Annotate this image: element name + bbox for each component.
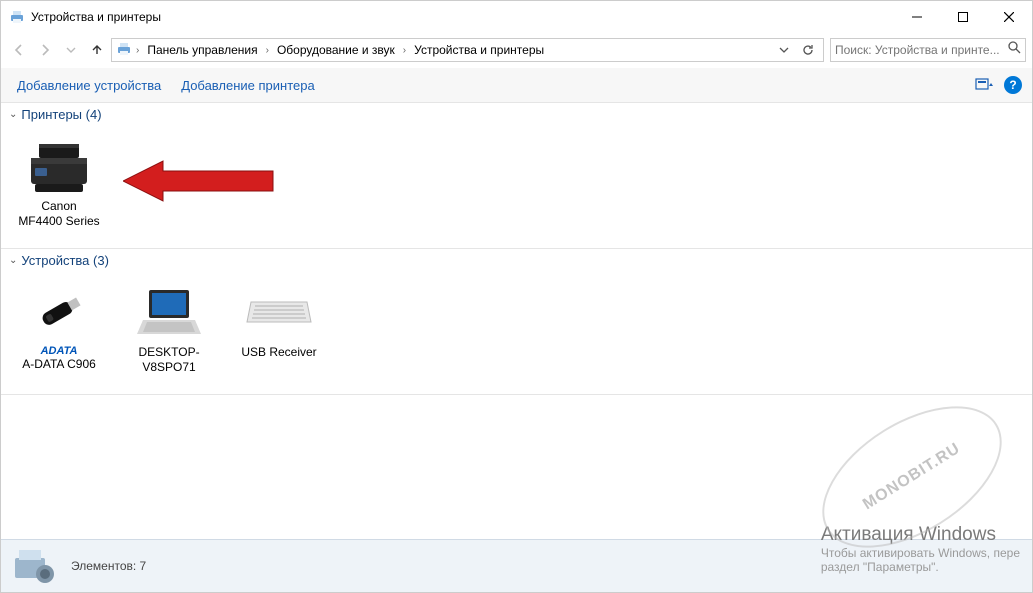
command-bar: Добавление устройства Добавление принтер… xyxy=(1,68,1032,103)
chevron-right-icon[interactable]: › xyxy=(134,45,141,56)
breadcrumb-segment[interactable]: Оборудование и звук xyxy=(273,43,399,57)
devices-printers-icon xyxy=(9,9,25,25)
breadcrumb-segment[interactable]: Устройства и принтеры xyxy=(410,43,548,57)
group-header-printers[interactable]: ⌄ Принтеры (4) xyxy=(1,103,1032,126)
add-device-button[interactable]: Добавление устройства xyxy=(7,72,171,99)
help-icon: ? xyxy=(1004,76,1022,94)
titlebar: Устройства и принтеры xyxy=(1,1,1032,32)
content-area: ⌄ Принтеры (4) Canon MF4400 Series xyxy=(1,103,1032,539)
group-devices: ⌄ Устройства (3) ADATA A-DATA C906 xyxy=(1,249,1032,395)
device-item-keyboard[interactable]: USB Receiver xyxy=(233,278,325,380)
group-items: Canon MF4400 Series xyxy=(1,126,1032,240)
device-item-laptop[interactable]: DESKTOP-V8SPO71 xyxy=(123,278,215,380)
devices-printers-large-icon xyxy=(11,546,59,586)
address-icon xyxy=(116,41,132,60)
group-items: ADATA A-DATA C906 DESKTOP-V8SPO71 xyxy=(1,272,1032,386)
minimize-button[interactable] xyxy=(894,1,940,32)
window-title: Устройства и принтеры xyxy=(31,10,894,24)
device-label: USB Receiver xyxy=(238,345,320,360)
help-button[interactable]: ? xyxy=(1000,72,1026,98)
group-title: Устройства (3) xyxy=(21,253,109,268)
group-title: Принтеры (4) xyxy=(21,107,101,122)
search-box[interactable] xyxy=(830,38,1026,62)
search-input[interactable] xyxy=(835,43,1004,57)
add-printer-button[interactable]: Добавление принтера xyxy=(171,72,324,99)
back-button[interactable] xyxy=(7,38,31,62)
window-controls xyxy=(894,1,1032,32)
refresh-button[interactable] xyxy=(797,39,819,61)
address-dropdown-button[interactable] xyxy=(773,39,795,61)
group-header-devices[interactable]: ⌄ Устройства (3) xyxy=(1,249,1032,272)
device-item-usb-drive[interactable]: ADATA A-DATA C906 xyxy=(13,278,105,380)
recent-locations-button[interactable] xyxy=(59,38,83,62)
printer-icon xyxy=(23,137,95,195)
status-text: Элементов: 7 xyxy=(71,559,146,573)
up-button[interactable] xyxy=(85,38,109,62)
keyboard-icon xyxy=(243,283,315,341)
nav-row: › Панель управления › Оборудование и зву… xyxy=(1,32,1032,68)
chevron-right-icon[interactable]: › xyxy=(264,45,271,56)
usb-drive-icon xyxy=(23,283,95,341)
maximize-button[interactable] xyxy=(940,1,986,32)
forward-button[interactable] xyxy=(33,38,57,62)
address-bar[interactable]: › Панель управления › Оборудование и зву… xyxy=(111,38,824,62)
device-label: DESKTOP-V8SPO71 xyxy=(128,345,210,375)
search-icon[interactable] xyxy=(1008,41,1021,59)
close-button[interactable] xyxy=(986,1,1032,32)
chevron-down-icon: ⌄ xyxy=(9,255,17,266)
laptop-icon xyxy=(133,283,205,341)
breadcrumb-segment[interactable]: Панель управления xyxy=(143,43,261,57)
brand-label: ADATA xyxy=(41,345,78,357)
device-label: A-DATA C906 xyxy=(18,357,100,372)
chevron-down-icon: ⌄ xyxy=(9,109,17,120)
chevron-right-icon[interactable]: › xyxy=(401,45,408,56)
device-label: Canon MF4400 Series xyxy=(18,199,100,229)
view-options-button[interactable] xyxy=(972,72,998,98)
details-pane: Элементов: 7 xyxy=(1,539,1032,592)
group-printers: ⌄ Принтеры (4) Canon MF4400 Series xyxy=(1,103,1032,249)
device-item-printer[interactable]: Canon MF4400 Series xyxy=(13,132,105,234)
